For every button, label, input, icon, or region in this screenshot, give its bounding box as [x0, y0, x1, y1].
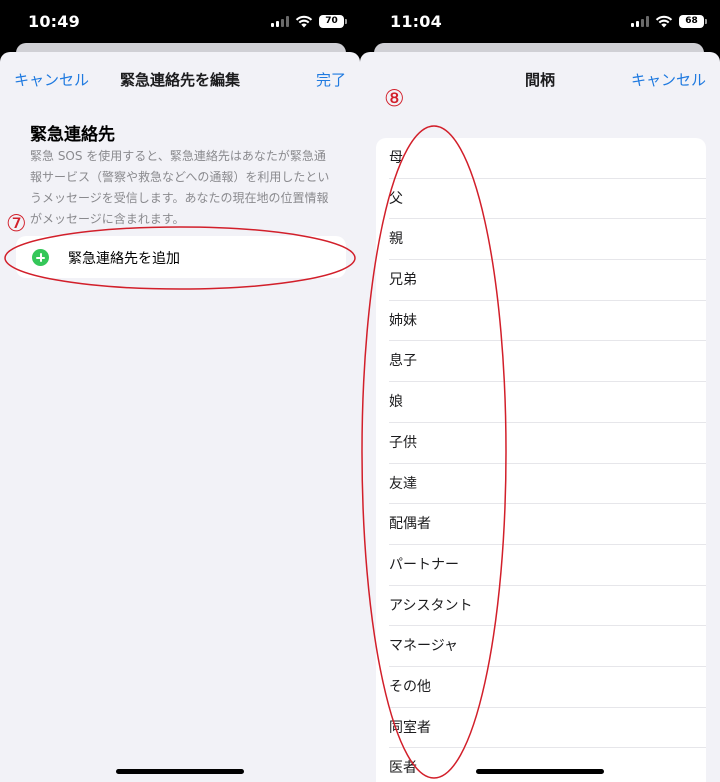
list-item[interactable]: 息子 — [376, 341, 706, 382]
page-title: 緊急連絡先を編集 — [119, 71, 240, 89]
add-emergency-contact-button[interactable]: 緊急連絡先を追加 — [16, 236, 346, 278]
list-item[interactable]: 娘 — [376, 382, 706, 423]
annotation-number-7: ⑦ — [6, 211, 27, 237]
navigation-bar: 間柄 キャンセル — [360, 52, 720, 104]
done-button[interactable]: 完了 — [316, 69, 346, 90]
status-icons: 70 — [271, 14, 347, 28]
status-time: 11:04 — [390, 12, 442, 31]
left-screen: 10:49 70 キャンセル 緊急連絡先を編集 完了 緊急連絡先 緊急 SOS … — [0, 0, 360, 782]
battery-icon: 70 — [319, 14, 347, 28]
status-time: 10:49 — [28, 12, 80, 31]
wifi-icon — [295, 15, 313, 27]
list-item[interactable]: 医者 — [376, 748, 706, 782]
wifi-icon — [655, 15, 673, 27]
list-item[interactable]: 親 — [376, 219, 706, 260]
signal-icon — [271, 15, 289, 27]
list-item[interactable]: その他 — [376, 667, 706, 708]
battery-icon: 68 — [679, 14, 707, 28]
edit-emergency-contact-sheet: キャンセル 緊急連絡先を編集 完了 緊急連絡先 緊急 SOS を使用すると、緊急… — [0, 52, 360, 782]
list-item[interactable]: アシスタント — [376, 586, 706, 627]
section-title: 緊急連絡先 — [30, 125, 115, 145]
list-item[interactable]: 兄弟 — [376, 260, 706, 301]
cancel-button[interactable]: キャンセル — [631, 69, 706, 90]
list-item[interactable]: 姉妹 — [376, 301, 706, 342]
status-icons: 68 — [631, 14, 707, 28]
list-item[interactable]: 配偶者 — [376, 504, 706, 545]
section-description: 緊急 SOS を使用すると、緊急連絡先はあなたが緊急通報サービス（警察や救急など… — [30, 149, 330, 226]
home-indicator — [476, 769, 604, 774]
plus-icon — [32, 249, 49, 266]
annotation-number-8: ⑧ — [384, 86, 405, 112]
add-emergency-contact-label: 緊急連絡先を追加 — [68, 251, 180, 267]
signal-icon — [631, 15, 649, 27]
relationship-picker-sheet: 間柄 キャンセル 母 父 親 兄弟 姉妹 息子 娘 子供 友達 配偶者 パートナ… — [360, 52, 720, 782]
list-item[interactable]: 父 — [376, 179, 706, 220]
status-bar: 11:04 68 — [360, 0, 720, 44]
home-indicator — [116, 769, 244, 774]
navigation-bar: キャンセル 緊急連絡先を編集 完了 — [0, 52, 360, 104]
list-item[interactable]: 子供 — [376, 423, 706, 464]
list-item[interactable]: 友達 — [376, 464, 706, 505]
list-item[interactable]: パートナー — [376, 545, 706, 586]
relationship-list: 母 父 親 兄弟 姉妹 息子 娘 子供 友達 配偶者 パートナー アシスタント … — [376, 138, 706, 782]
list-item[interactable]: 同室者 — [376, 708, 706, 749]
list-item[interactable]: 母 — [376, 138, 706, 179]
list-item[interactable]: マネージャ — [376, 626, 706, 667]
right-screen: 11:04 68 間柄 キャンセル 母 父 親 兄弟 姉妹 息子 娘 子供 友達… — [360, 0, 720, 782]
status-bar: 10:49 70 — [0, 0, 360, 44]
